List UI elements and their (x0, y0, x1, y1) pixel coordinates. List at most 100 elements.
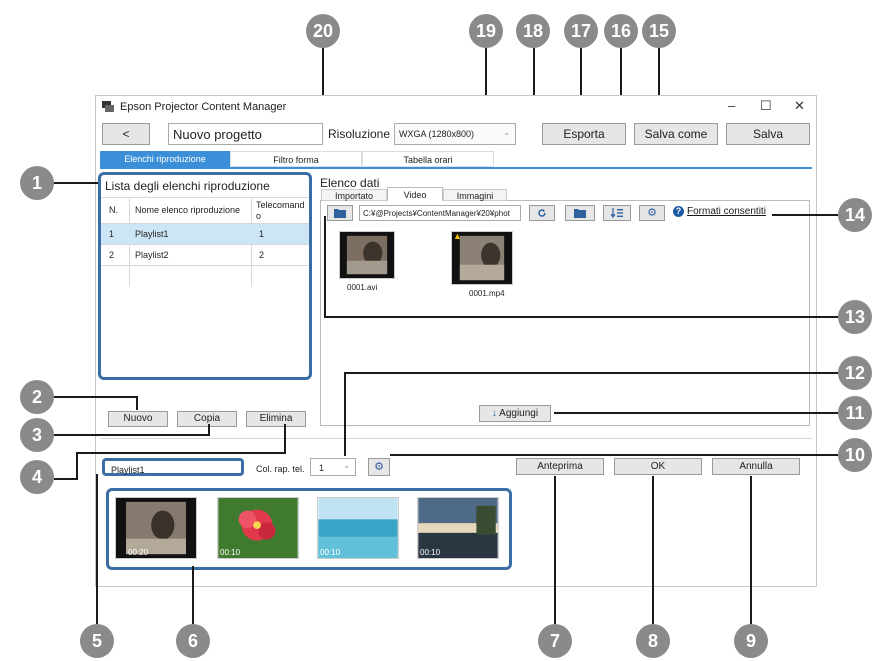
callout-leader-8 (652, 476, 654, 624)
clip-duration: 00:10 (220, 548, 241, 557)
callout-leader-10 (390, 454, 838, 456)
tab-imported[interactable]: Importato (321, 189, 387, 201)
column-header-name: Nome elenco riproduzione (135, 205, 241, 215)
folder-icon (574, 209, 586, 218)
refresh-button[interactable] (529, 205, 555, 221)
clip-duration: 00:10 (320, 548, 341, 557)
tab-shape-filter[interactable]: Filtro forma (230, 151, 362, 167)
callout-3: 3 (20, 418, 54, 452)
browse-folder-button[interactable] (327, 205, 353, 221)
title-bar: Epson Projector Content Manager – ☐ ✕ (96, 96, 816, 118)
file-name: 0001.mp4 (469, 289, 505, 298)
callout-8: 8 (636, 624, 670, 658)
callout-leader-4 (76, 452, 78, 480)
new-playlist-button[interactable]: Nuovo (108, 411, 168, 427)
section-divider (100, 438, 812, 439)
callout-18: 18 (516, 14, 550, 48)
callout-16: 16 (604, 14, 638, 48)
callout-19: 19 (469, 14, 503, 48)
file-item[interactable]: 0001.avi (335, 231, 399, 305)
film-strip-icon (340, 232, 394, 278)
back-button[interactable]: < (102, 123, 150, 145)
callout-20: 20 (306, 14, 340, 48)
project-name-field[interactable]: Nuovo progetto (168, 123, 323, 145)
callout-11: 11 (838, 396, 872, 430)
resolution-value: WXGA (1280x800) (399, 129, 475, 139)
tab-playlists[interactable]: Elenchi riproduzione (100, 151, 230, 167)
remote-select[interactable]: 1 ⌄ (310, 458, 356, 476)
callout-leader-4 (284, 424, 286, 454)
preview-button[interactable]: Anteprima (516, 458, 604, 475)
tab-images[interactable]: Immagini (443, 189, 507, 201)
delete-playlist-button[interactable]: Elimina (246, 411, 306, 427)
callout-leader-9 (750, 476, 752, 624)
resolution-select[interactable]: WXGA (1280x800) ⌄ (394, 123, 516, 145)
playlist-panel: Lista degli elenchi riproduzione N. Nome… (98, 172, 312, 380)
maximize-button[interactable]: ☐ (760, 98, 772, 114)
callout-leader-2 (54, 396, 138, 398)
export-button[interactable]: Esporta (542, 123, 626, 145)
cancel-button[interactable]: Annulla (712, 458, 800, 475)
sort-button[interactable] (603, 205, 631, 221)
callout-leader-7 (554, 476, 556, 624)
open-folder-button[interactable] (565, 205, 595, 221)
callout-7: 7 (538, 624, 572, 658)
tab-underline (100, 167, 812, 169)
tab-schedule[interactable]: Tabella orari (362, 151, 494, 167)
clip-thumbnail[interactable]: 00:10 (217, 497, 299, 559)
row-name: Playlist1 (135, 229, 169, 239)
column-header-remote: Telecomando (256, 200, 305, 221)
app-window: Epson Projector Content Manager – ☐ ✕ < … (95, 95, 817, 587)
playlist-heading: Lista degli elenchi riproduzione (105, 179, 270, 193)
chevron-down-icon: ⌄ (503, 128, 510, 137)
callout-leader-14 (772, 214, 838, 216)
save-as-button[interactable]: Salva come (634, 123, 718, 145)
row-number: 1 (109, 229, 115, 239)
clip-thumbnail[interactable]: 00:10 (417, 497, 499, 559)
callout-leader-12 (344, 372, 838, 374)
window-title: Epson Projector Content Manager (120, 101, 287, 113)
allowed-formats-link[interactable]: Formati consentiti (687, 206, 766, 217)
sort-icon (610, 208, 623, 219)
table-row[interactable]: 2 Playlist2 2 (101, 245, 309, 265)
callout-leader-1 (54, 182, 98, 184)
clip-duration: 00:20 (128, 548, 149, 557)
clip-thumbnail[interactable]: 00:10 (317, 497, 399, 559)
close-button[interactable]: ✕ (794, 98, 805, 114)
resolution-label: Risoluzione : (328, 127, 397, 141)
minimize-button[interactable]: – (728, 98, 735, 113)
table-row[interactable]: 1 Playlist1 1 (101, 224, 309, 244)
save-button[interactable]: Salva (726, 123, 810, 145)
playlist-settings-button[interactable]: ⚙ (368, 458, 390, 476)
clip-thumbnail[interactable]: 00:20 (115, 497, 197, 559)
data-list-panel: Importato Video Immagini C:¥@Projects¥Co… (320, 187, 810, 426)
callout-leader-12 (344, 372, 346, 456)
callout-13: 13 (838, 300, 872, 334)
callout-leader-2 (136, 396, 138, 410)
app-icon (102, 101, 114, 112)
row-number: 2 (109, 250, 115, 260)
ok-button[interactable]: OK (614, 458, 702, 475)
callout-leader-6 (192, 566, 194, 624)
clip-timeline: 00:20 00:10 00:10 00:10 (106, 488, 512, 570)
folder-icon (334, 209, 346, 218)
copy-playlist-button[interactable]: Copia (177, 411, 237, 427)
callout-12: 12 (838, 356, 872, 390)
data-settings-button[interactable]: ⚙ (639, 205, 665, 221)
folder-path-field[interactable]: C:¥@Projects¥ContentManager¥20¥phot (359, 205, 521, 221)
column-header-number: N. (109, 205, 118, 215)
callout-17: 17 (564, 14, 598, 48)
warning-icon: ▲ (453, 231, 462, 241)
chevron-left-icon: < (122, 127, 130, 141)
callout-leader-13 (324, 216, 326, 318)
callout-9: 9 (734, 624, 768, 658)
folder-path-value: C:¥@Projects¥ContentManager¥20¥phot (363, 209, 510, 218)
callout-2: 2 (20, 380, 54, 414)
refresh-icon (538, 209, 546, 217)
file-item[interactable]: ▲ 0001.mp4 (447, 231, 519, 305)
add-button[interactable]: ↓ Aggiungi (479, 405, 551, 422)
playlist-name-field[interactable]: Playlist1 (102, 458, 244, 476)
tab-video[interactable]: Video (387, 187, 443, 201)
callout-leader-5 (96, 474, 98, 624)
callout-leader-4 (76, 452, 286, 454)
